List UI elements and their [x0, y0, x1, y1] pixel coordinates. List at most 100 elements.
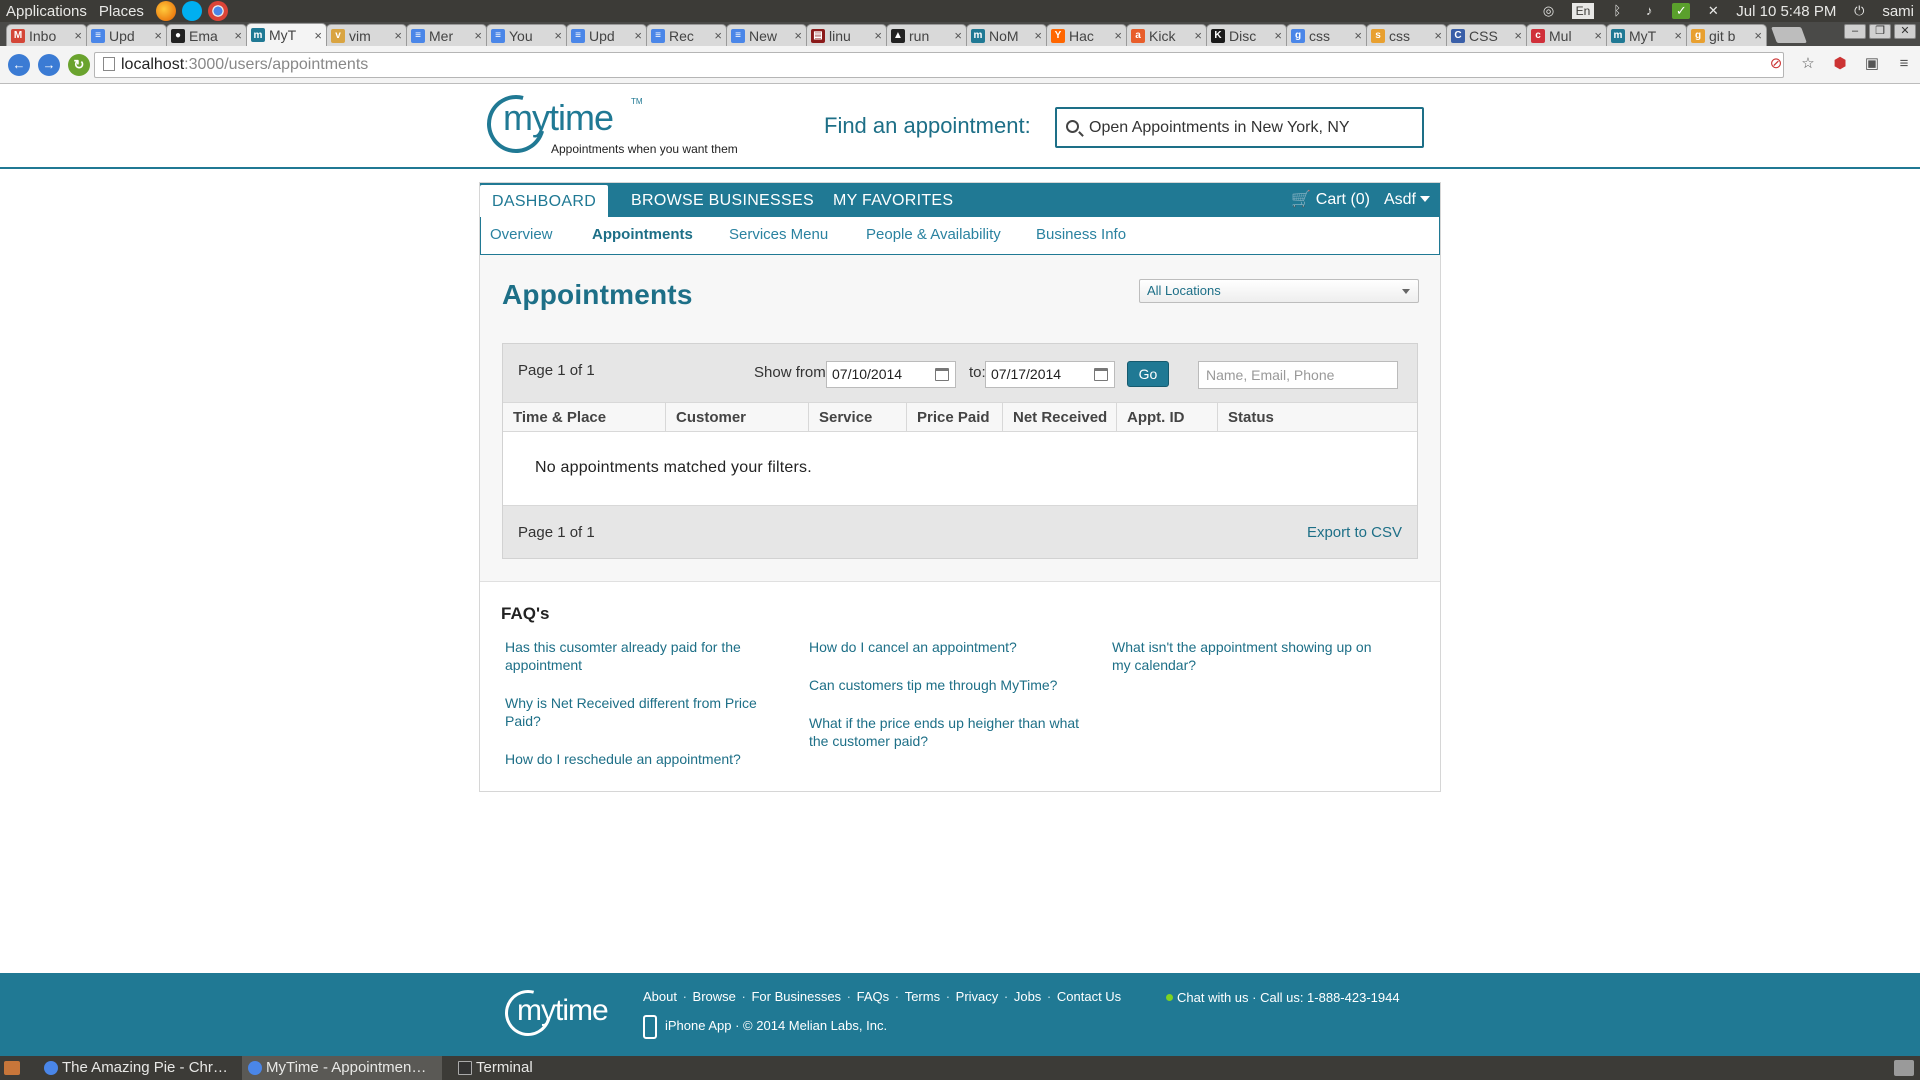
footer-link-browse[interactable]: Browse	[693, 989, 736, 1004]
tab-close-icon[interactable]: ×	[554, 28, 562, 43]
from-date-input[interactable]: 07/10/2014	[826, 361, 956, 388]
mytime-logo[interactable]: mytime TM Appointments when you want the…	[476, 84, 747, 164]
notification-icon[interactable]: ♪	[1640, 3, 1658, 19]
tab-close-icon[interactable]: ×	[1034, 28, 1042, 43]
tab-close-icon[interactable]: ×	[234, 28, 242, 43]
faq-link[interactable]: What if the price ends up heigher than w…	[809, 714, 1085, 750]
location-select[interactable]: All Locations	[1139, 279, 1419, 303]
tab-close-icon[interactable]: ×	[1434, 28, 1442, 43]
taskbar-item-terminal[interactable]: Terminal	[452, 1056, 562, 1080]
footer-link-for-businesses[interactable]: For Businesses	[751, 989, 841, 1004]
clock[interactable]: Jul 10 5:48 PM	[1736, 3, 1836, 20]
browser-tab[interactable]: m MyT ×	[1606, 24, 1687, 46]
browser-tab[interactable]: ≡ Upd ×	[566, 24, 647, 46]
bluetooth-icon[interactable]: ᛒ	[1608, 3, 1626, 19]
go-button[interactable]: Go	[1127, 361, 1169, 387]
reload-button[interactable]: ↻	[68, 53, 90, 76]
tab-close-icon[interactable]: ×	[474, 28, 482, 43]
nav-dashboard[interactable]: DASHBOARD	[480, 185, 609, 221]
browser-tab[interactable]: s css ×	[1366, 24, 1447, 46]
minimize-icon[interactable]: –	[1844, 24, 1866, 39]
faq-link[interactable]: How do I reschedule an appointment?	[505, 750, 781, 768]
browser-tab[interactable]: ≡ Upd ×	[86, 24, 167, 46]
browser-tab[interactable]: ≡ New ×	[726, 24, 807, 46]
tab-close-icon[interactable]: ×	[954, 28, 962, 43]
browser-tab[interactable]: ● Ema ×	[166, 24, 247, 46]
calendar-icon[interactable]	[935, 368, 949, 381]
tab-close-icon[interactable]: ×	[394, 28, 402, 43]
new-tab-button[interactable]	[1771, 27, 1807, 43]
user-name[interactable]: sami	[1882, 3, 1914, 20]
tab-close-icon[interactable]: ×	[1354, 28, 1362, 43]
nav-browse-businesses[interactable]: BROWSE BUSINESSES	[631, 183, 814, 217]
power-icon[interactable]: ⏻	[1850, 3, 1868, 19]
find-appointment-input[interactable]: Open Appointments in New York, NY	[1055, 107, 1424, 148]
firefox-launcher-icon[interactable]	[155, 1, 176, 21]
taskbar-item-chrome-pie[interactable]: The Amazing Pie - Chr…	[38, 1056, 236, 1080]
col-status[interactable]: Status	[1218, 403, 1417, 432]
bookmark-star-icon[interactable]: ☆	[1798, 54, 1818, 74]
footer-link-about[interactable]: About	[643, 989, 677, 1004]
volume-muted-icon[interactable]: ✕	[1704, 3, 1722, 19]
tab-close-icon[interactable]: ×	[1274, 28, 1282, 43]
network-icon[interactable]: ◎	[1540, 3, 1558, 19]
name-email-phone-input[interactable]: Name, Email, Phone	[1198, 361, 1398, 389]
browser-tab[interactable]: v vim ×	[326, 24, 407, 46]
close-window-icon[interactable]: ✕	[1894, 24, 1916, 39]
tab-close-icon[interactable]: ×	[714, 28, 722, 43]
subnav-business-info[interactable]: Business Info	[1036, 217, 1126, 253]
col-time-place[interactable]: Time & Place	[503, 403, 666, 432]
user-menu[interactable]: Asdf	[1384, 183, 1430, 217]
browser-tab[interactable]: g css ×	[1286, 24, 1367, 46]
show-desktop-icon[interactable]	[4, 1061, 20, 1075]
footer-link-contact[interactable]: Contact Us	[1057, 989, 1121, 1004]
skype-launcher-icon[interactable]	[181, 1, 202, 21]
browser-tab[interactable]: ≡ Mer ×	[406, 24, 487, 46]
col-customer[interactable]: Customer	[666, 403, 809, 432]
to-date-input[interactable]: 07/17/2014	[985, 361, 1115, 388]
col-appt-id[interactable]: Appt. ID	[1117, 403, 1218, 432]
blocked-popup-icon[interactable]: ⊘	[1766, 54, 1786, 74]
forward-button[interactable]: →	[38, 53, 60, 76]
tab-close-icon[interactable]: ×	[1514, 28, 1522, 43]
col-price-paid[interactable]: Price Paid	[907, 403, 1003, 432]
browser-tab[interactable]: M Inbo ×	[6, 24, 87, 46]
back-button[interactable]: ←	[8, 53, 30, 76]
workspace-switcher-icon[interactable]	[1894, 1060, 1914, 1076]
tab-close-icon[interactable]: ×	[1594, 28, 1602, 43]
col-net-received[interactable]: Net Received	[1003, 403, 1117, 432]
tab-close-icon[interactable]: ×	[634, 28, 642, 43]
browser-tab[interactable]: m MyT ×	[246, 23, 327, 46]
extension-window-icon[interactable]: ▣	[1862, 54, 1882, 74]
tab-close-icon[interactable]: ×	[74, 28, 82, 43]
tab-close-icon[interactable]: ×	[314, 28, 322, 43]
update-check-icon[interactable]: ✓	[1672, 3, 1691, 19]
browser-tab[interactable]: m NoM ×	[966, 24, 1047, 46]
footer-link-jobs[interactable]: Jobs	[1014, 989, 1041, 1004]
footer-link-privacy[interactable]: Privacy	[956, 989, 999, 1004]
footer-link-faqs[interactable]: FAQs	[857, 989, 890, 1004]
browser-tab[interactable]: ≡ You ×	[486, 24, 567, 46]
tab-close-icon[interactable]: ×	[1114, 28, 1122, 43]
browser-tab[interactable]: c Mul ×	[1526, 24, 1607, 46]
tab-close-icon[interactable]: ×	[1754, 28, 1762, 43]
browser-tab[interactable]: C CSS ×	[1446, 24, 1527, 46]
chrome-launcher-icon[interactable]	[207, 1, 228, 21]
places-menu[interactable]: Places	[93, 3, 150, 20]
faq-link[interactable]: Can customers tip me through MyTime?	[809, 676, 1085, 694]
export-csv-link[interactable]: Export to CSV	[1307, 524, 1402, 541]
browser-tab[interactable]: a Kick ×	[1126, 24, 1207, 46]
browser-tab[interactable]: ▲ run ×	[886, 24, 967, 46]
tab-close-icon[interactable]: ×	[154, 28, 162, 43]
footer-chat-call[interactable]: Chat with us · Call us: 1-888-423-1944	[1166, 990, 1400, 1005]
col-service[interactable]: Service	[809, 403, 907, 432]
faq-link[interactable]: Has this cusomter already paid for the a…	[505, 638, 781, 674]
calendar-icon[interactable]	[1094, 368, 1108, 381]
keyboard-layout-indicator[interactable]: En	[1571, 3, 1595, 19]
faq-link[interactable]: Why is Net Received different from Price…	[505, 694, 781, 730]
extension-adblock-icon[interactable]: ⬢	[1830, 54, 1850, 74]
tab-close-icon[interactable]: ×	[874, 28, 882, 43]
restore-icon[interactable]: ❐	[1869, 24, 1891, 39]
browser-tab[interactable]: g git b ×	[1686, 24, 1767, 46]
cart-link[interactable]: 🛒 Cart (0)	[1291, 183, 1370, 217]
